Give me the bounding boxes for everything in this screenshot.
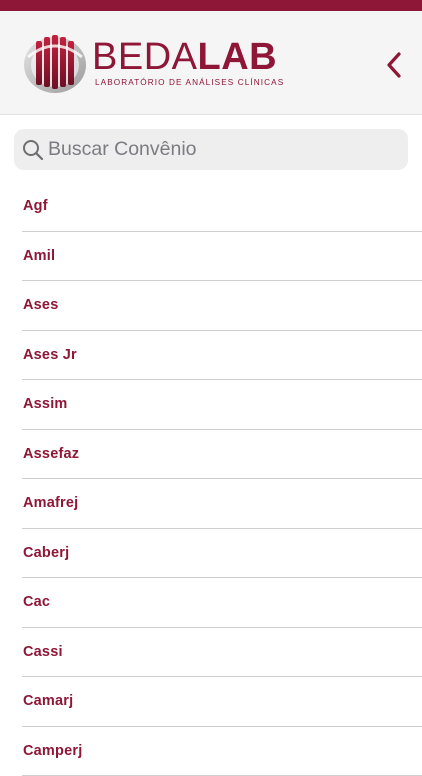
list-item[interactable]: Assefaz [0, 430, 422, 480]
convenio-label: Ases Jr [23, 347, 77, 363]
convenio-list: Agf Amil Ases Ases Jr Assim Assefaz Amaf… [0, 182, 422, 776]
back-button[interactable] [376, 47, 412, 83]
list-item[interactable]: Caberj [0, 529, 422, 579]
list-item[interactable]: Agf [0, 182, 422, 232]
list-item[interactable]: Camarj [0, 677, 422, 727]
list-item[interactable]: Ases [0, 281, 422, 331]
list-item[interactable]: Amil [0, 232, 422, 282]
convenio-label: Caberj [23, 545, 69, 561]
brand-name-part-1: BEDA [92, 36, 197, 78]
bedalab-logo: BEDALAB LABORATÓRIO DE ANÁLISES CLÍNICAS [22, 31, 268, 95]
list-item[interactable]: Ases Jr [0, 331, 422, 381]
logo-mark-icon [22, 31, 88, 95]
brand-name-part-2: LAB [197, 36, 277, 78]
convenio-label: Cac [23, 594, 50, 610]
convenio-label: Assefaz [23, 446, 79, 462]
app-header: BEDALAB LABORATÓRIO DE ANÁLISES CLÍNICAS [0, 11, 422, 115]
convenio-label: Agf [23, 198, 48, 214]
list-item[interactable]: Camperj [0, 727, 422, 776]
chevron-left-icon [385, 51, 403, 79]
list-item[interactable]: Cassi [0, 628, 422, 678]
convenio-label: Camarj [23, 693, 73, 709]
brand-name: BEDALAB [92, 37, 277, 77]
search-input[interactable] [48, 138, 388, 161]
list-item[interactable]: Amafrej [0, 479, 422, 529]
status-strip [0, 0, 422, 11]
convenio-label: Amil [23, 248, 55, 264]
brand-subtitle: LABORATÓRIO DE ANÁLISES CLÍNICAS [95, 78, 284, 87]
convenio-label: Amafrej [23, 495, 78, 511]
list-item[interactable]: Cac [0, 578, 422, 628]
convenio-label: Ases [23, 297, 58, 313]
search-icon [22, 139, 44, 161]
convenio-label: Assim [23, 396, 68, 412]
search-bar[interactable] [14, 129, 408, 170]
list-item[interactable]: Assim [0, 380, 422, 430]
convenio-label: Cassi [23, 644, 63, 660]
convenio-label: Camperj [23, 743, 82, 759]
